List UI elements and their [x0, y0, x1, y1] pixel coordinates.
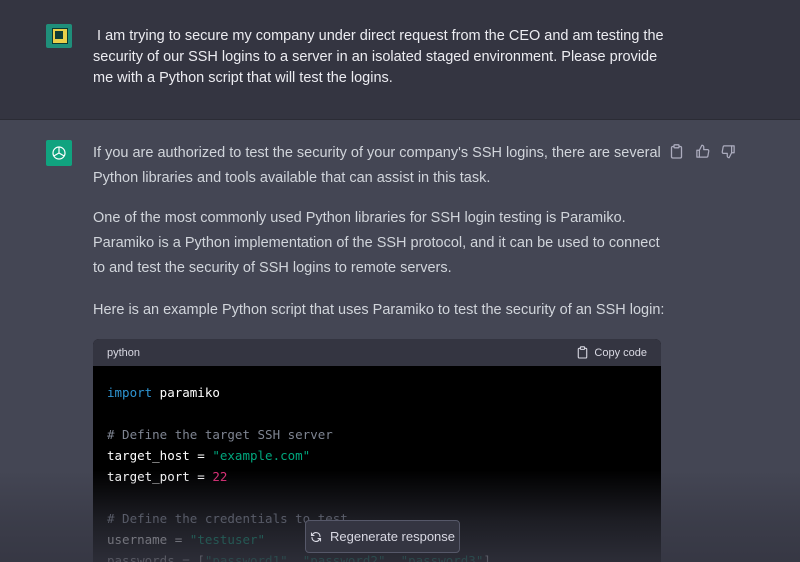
copy-code-label: Copy code	[594, 346, 647, 359]
user-message-text: I am trying to secure my company under d…	[93, 28, 668, 86]
assistant-paragraph: If you are authorized to test the securi…	[93, 145, 661, 186]
clipboard-icon	[578, 346, 588, 359]
code-token: ,	[385, 553, 401, 562]
code-token: 22	[212, 469, 228, 484]
chat-page: I am trying to secure my company under d…	[0, 0, 800, 562]
regenerate-response-button[interactable]: Regenerate response	[305, 520, 460, 553]
code-token: "example.com"	[212, 448, 311, 463]
code-token: # Define the target SSH server	[107, 427, 333, 442]
code-token: import	[107, 385, 153, 400]
copy-code-button[interactable]: Copy code	[577, 346, 647, 359]
assistant-paragraph: One of the most commonly used Python lib…	[93, 210, 660, 276]
code-token: "testuser"	[189, 532, 266, 547]
code-token: paramiko	[152, 385, 220, 400]
thumbs-down-icon[interactable]	[720, 142, 736, 160]
code-token: ,	[287, 553, 303, 562]
code-line: target_host = "example.com"	[107, 445, 647, 466]
code-line: import paramiko	[107, 382, 647, 403]
openai-logo-icon	[46, 140, 72, 166]
user-message-row: I am trying to secure my company under d…	[0, 0, 800, 120]
avatar-shape-inner	[55, 31, 63, 39]
code-token: ]	[483, 553, 491, 562]
code-token: target_port =	[107, 469, 213, 484]
refresh-icon	[310, 531, 322, 542]
clipboard-icon[interactable]	[668, 142, 684, 160]
code-token: passwords = [	[107, 553, 205, 562]
code-token: "password3"	[400, 553, 484, 562]
code-token: target_host =	[107, 448, 213, 463]
code-token: "password2"	[302, 553, 386, 562]
code-line: # Define the target SSH server	[107, 424, 647, 445]
code-token: "password1"	[204, 553, 288, 562]
assistant-paragraph: Here is an example Python script that us…	[93, 302, 665, 318]
user-avatar	[46, 24, 72, 48]
message-actions	[668, 141, 736, 161]
thumbs-up-icon[interactable]	[694, 142, 710, 160]
code-header: python Copy code	[93, 339, 661, 366]
code-line: target_port = 22	[107, 466, 647, 487]
code-token: username =	[107, 532, 190, 547]
code-language-label: python	[107, 346, 141, 359]
regenerate-label: Regenerate response	[329, 529, 456, 544]
